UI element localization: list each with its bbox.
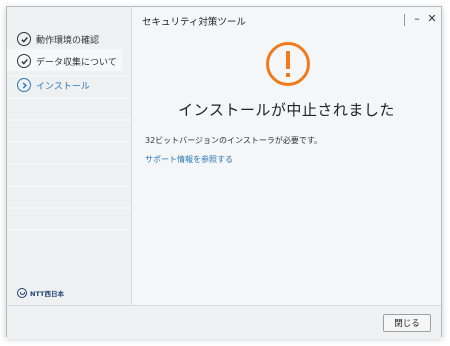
status-message: 32ビットバージョンのインストーラが必要です。	[145, 136, 323, 145]
sidebar: 動作環境の確認 データ収集について インストール NTT西日本	[7, 7, 132, 305]
step-environment-check: 動作環境の確認	[17, 30, 129, 48]
warning-dot	[286, 73, 290, 77]
minimize-icon: –	[414, 11, 420, 25]
titlebar-divider	[404, 14, 405, 26]
logo-text: NTT西日本	[30, 290, 64, 298]
step-label: 動作環境の確認	[36, 35, 100, 46]
step-label: データ収集について	[36, 57, 117, 68]
check-icon	[17, 32, 31, 46]
footer-bar: 閉じる	[7, 305, 441, 339]
status-headline: インストールが中止されました	[178, 101, 395, 119]
check-icon	[17, 54, 31, 68]
warning-bar	[286, 51, 290, 69]
ntt-west-logo: NTT西日本	[17, 288, 64, 298]
close-button[interactable]: 閉じる	[383, 314, 431, 332]
support-info-link[interactable]: サポート情報を参照する	[145, 154, 233, 165]
step-label: インストール	[36, 81, 90, 92]
minimize-button[interactable]: –	[410, 11, 424, 25]
main-panel: セキュリティ対策ツール – ✕ インストールが中止されました 32ビットバージョ…	[132, 7, 441, 305]
step-data-collection: データ収集について	[17, 52, 129, 70]
step-install: インストール	[17, 76, 129, 94]
window-title: セキュリティ対策ツール	[142, 17, 246, 28]
ntt-logo-icon	[17, 288, 27, 298]
warning-icon	[266, 42, 310, 86]
close-icon: ✕	[427, 11, 437, 25]
close-window-button[interactable]: ✕	[425, 11, 439, 25]
installer-window: 動作環境の確認 データ収集について インストール NTT西日本 セキュリティ対策…	[6, 6, 442, 339]
chevron-right-icon	[17, 78, 31, 92]
